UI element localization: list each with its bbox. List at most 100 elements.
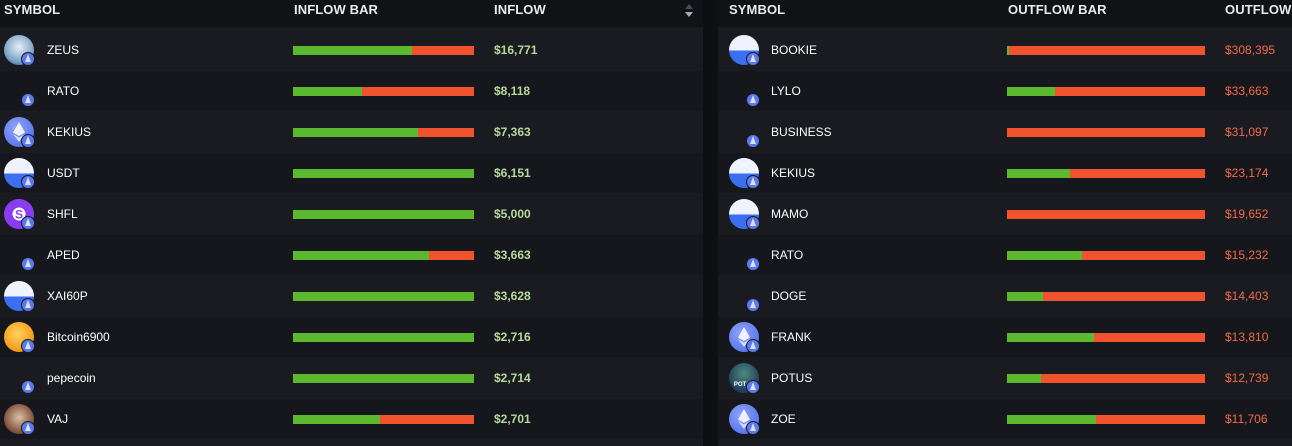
table-row[interactable]: USDT $6,151 [0,153,703,193]
token-symbol[interactable]: Bitcoin6900 [47,330,110,344]
table-row[interactable]: DOGE $14,403 [718,276,1292,316]
table-row[interactable]: BOOKIE $308,395 [718,30,1292,70]
inflow-segment [1007,169,1071,178]
bitcoin6900-icon [3,321,37,355]
column-header-outflow-bar[interactable]: OUTFLOW BAR [1008,0,1107,27]
inflow-segment [1007,415,1097,424]
ethereum-chain-badge-icon [21,421,35,435]
token-symbol[interactable]: BOOKIE [771,43,817,57]
column-header-symbol[interactable]: SYMBOL [4,0,60,27]
flow-bar [293,374,474,383]
table-row[interactable]: XAI60P $3,628 [0,276,703,316]
table-row[interactable]: ZOE $11,706 [718,399,1292,439]
token-symbol[interactable]: MAMO [771,207,808,221]
column-header-inflow-bar[interactable]: INFLOW BAR [294,0,378,27]
flow-value: $7,363 [494,125,531,139]
token-icon [728,239,762,273]
table-row[interactable]: RATO $15,232 [718,235,1292,275]
flow-bar [293,128,474,137]
token-symbol[interactable]: APED [47,248,80,262]
potus-avatar-icon: POT [728,362,762,396]
token-icon [3,362,37,396]
ethereum-icon [3,116,37,150]
flow-value: $308,395 [1225,43,1276,57]
inflow-segment [1007,292,1043,301]
inflow-segment [293,251,429,260]
token-symbol[interactable]: ZEUS [47,43,79,57]
flow-bar [1007,210,1205,219]
table-row[interactable]: MAMO $19,652 [718,194,1292,234]
table-row[interactable]: S SHFL $5,000 [0,194,703,234]
ethereum-chain-badge-icon [21,134,35,148]
flow-value: $2,714 [494,371,531,385]
inflow-segment [293,169,474,178]
table-row[interactable]: KEKIUS $23,174 [718,153,1292,193]
flow-bar [293,46,474,55]
flow-value: $31,097 [1225,125,1269,139]
table-row[interactable]: VAJ $2,701 [0,399,703,439]
half-circle-token-icon [728,198,762,232]
token-symbol[interactable]: XAI60P [47,289,88,303]
inflow-segment [1007,46,1009,55]
token-symbol[interactable]: SHFL [47,207,78,221]
token-symbol[interactable]: LYLO [771,84,801,98]
flow-value: $23,174 [1225,166,1269,180]
token-symbol[interactable]: VAJ [47,412,68,426]
inflow-segment [293,46,413,55]
token-symbol[interactable]: pepecoin [47,371,96,385]
table-row[interactable]: POT POTUS $12,739 [718,358,1292,398]
table-row[interactable]: ZEUS $16,771 [0,30,703,70]
column-header-symbol[interactable]: SYMBOL [729,0,785,27]
token-symbol[interactable]: BUSINESS [771,125,832,139]
ethereum-chain-badge-icon [746,421,760,435]
flow-value: $3,663 [494,248,531,262]
inflow-segment [293,210,474,219]
token-symbol[interactable]: POTUS [771,371,812,385]
table-row[interactable]: RATO $8,118 [0,71,703,111]
flow-value: $14,403 [1225,289,1269,303]
token-icon [728,280,762,314]
flow-bar [1007,251,1205,260]
flow-value: $2,701 [494,412,531,426]
flow-value: $19,652 [1225,207,1269,221]
ethereum-chain-badge-icon [21,339,35,353]
half-circle-token-icon [3,157,37,191]
flow-bar [1007,128,1205,137]
token-symbol[interactable]: KEKIUS [47,125,91,139]
shfl-chip-icon: S [3,198,37,232]
token-symbol[interactable]: USDT [47,166,80,180]
token-symbol[interactable]: ZOE [771,412,796,426]
column-header-inflow[interactable]: INFLOW [494,0,546,27]
table-row[interactable]: BUSINESS $31,097 [718,112,1292,152]
column-header-outflow[interactable]: OUTFLOW [1225,0,1291,27]
token-symbol[interactable]: RATO [47,84,79,98]
token-symbol[interactable]: KEKIUS [771,166,815,180]
token-symbol[interactable]: DOGE [771,289,806,303]
table-row[interactable]: KEKIUS $7,363 [0,112,703,152]
flow-value: $15,232 [1225,248,1269,262]
ethereum-chain-badge-icon [21,93,35,107]
panel-divider [703,0,718,446]
inflow-segment [1007,251,1083,260]
table-row[interactable]: pepecoin $2,714 [0,358,703,398]
token-symbol[interactable]: RATO [771,248,803,262]
ethereum-chain-badge-icon [746,298,760,312]
table-row[interactable]: LYLO $33,663 [718,71,1292,111]
inflow-segment [293,292,474,301]
table-row[interactable]: APED $3,663 [0,235,703,275]
token-symbol[interactable]: FRANK [771,330,812,344]
ethereum-chain-badge-icon [746,216,760,230]
flow-value: $6,151 [494,166,531,180]
inflow-panel: SYMBOL INFLOW BAR INFLOW ZEUS $16,771 RATO… [0,0,703,446]
table-row[interactable]: FRANK $13,810 [718,317,1292,357]
table-row[interactable]: Bitcoin6900 $2,716 [0,317,703,357]
inflow-segment [293,374,474,383]
ethereum-chain-badge-icon [746,52,760,66]
flow-bar [293,415,474,424]
inflow-segment [293,128,418,137]
flow-bar [293,251,474,260]
sort-icon[interactable] [684,2,694,18]
vaj-avatar-icon [3,403,37,437]
flow-bar [1007,87,1205,96]
flow-bar [293,169,474,178]
